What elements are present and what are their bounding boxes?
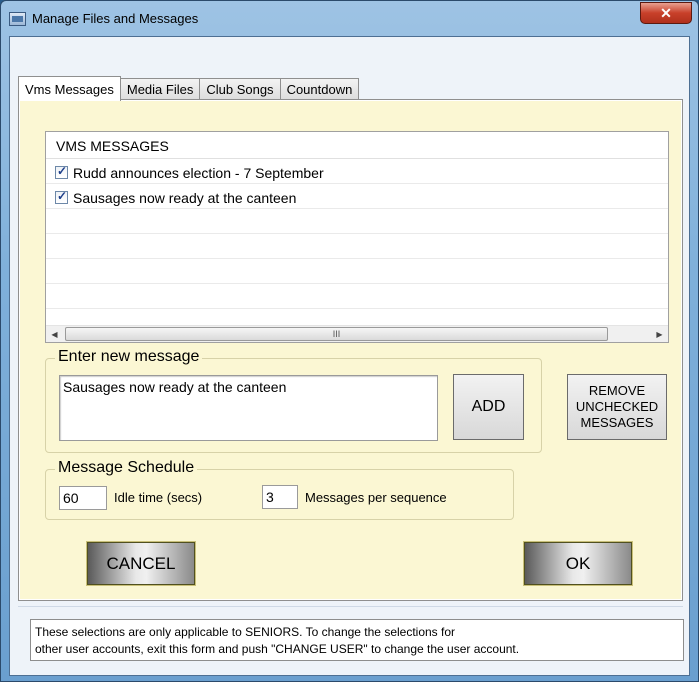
list-column-header[interactable]: VMS MESSAGES bbox=[46, 132, 668, 159]
new-message-input[interactable]: Sausages now ready at the canteen bbox=[59, 375, 438, 441]
messages-per-sequence-input[interactable] bbox=[262, 485, 298, 509]
add-button[interactable]: ADD bbox=[453, 374, 524, 440]
list-item[interactable]: Sausages now ready at the canteen bbox=[46, 184, 668, 209]
footer-note-line: other user accounts, exit this form and … bbox=[35, 642, 520, 656]
list-item[interactable]: Rudd announces election - 7 September bbox=[46, 159, 668, 184]
remove-label-line: REMOVE bbox=[588, 383, 646, 398]
message-checkbox[interactable] bbox=[55, 189, 68, 204]
footer-note: These selections are only applicable to … bbox=[30, 619, 684, 661]
close-icon: ✕ bbox=[660, 4, 672, 21]
empty-list-row bbox=[46, 234, 668, 259]
empty-list-row bbox=[46, 209, 668, 234]
idle-time-input[interactable] bbox=[59, 486, 107, 510]
window-icon bbox=[9, 12, 26, 26]
empty-list-row bbox=[46, 259, 668, 284]
messages-per-sequence-label: Messages per sequence bbox=[305, 490, 447, 505]
close-button[interactable]: ✕ bbox=[640, 2, 692, 24]
message-text: Sausages now ready at the canteen bbox=[73, 189, 297, 206]
ok-button[interactable]: OK bbox=[524, 542, 632, 585]
footer-note-line: These selections are only applicable to … bbox=[35, 625, 456, 639]
message-schedule-group-label: Message Schedule bbox=[55, 459, 198, 477]
remove-label-line: UNCHECKED bbox=[575, 399, 659, 414]
remove-label-line: MESSAGES bbox=[580, 415, 654, 430]
title-bar[interactable]: Manage Files and Messages ✕ bbox=[1, 1, 698, 37]
tab-countdown[interactable]: Countdown bbox=[279, 78, 360, 100]
tab-media-files[interactable]: Media Files bbox=[119, 78, 201, 100]
scroll-thumb[interactable]: III bbox=[65, 327, 608, 341]
scroll-left-icon[interactable]: ◀ bbox=[46, 326, 63, 343]
idle-time-label: Idle time (secs) bbox=[114, 490, 203, 505]
remove-button-label: REMOVE UNCHECKED MESSAGES bbox=[576, 383, 658, 431]
tab-strip: Vms Messages Media Files Club Songs Coun… bbox=[18, 76, 360, 101]
cancel-button[interactable]: CANCEL bbox=[87, 542, 195, 585]
tab-club-songs[interactable]: Club Songs bbox=[199, 78, 281, 100]
tab-vms-messages[interactable]: Vms Messages bbox=[18, 76, 121, 101]
message-checkbox[interactable] bbox=[55, 164, 68, 179]
empty-list-row bbox=[46, 284, 668, 309]
remove-unchecked-button[interactable]: REMOVE UNCHECKED MESSAGES bbox=[567, 374, 667, 440]
messages-list[interactable]: VMS MESSAGES Rudd announces election - 7… bbox=[45, 131, 669, 343]
window-title: Manage Files and Messages bbox=[32, 11, 199, 26]
new-message-group-label: Enter new message bbox=[55, 348, 203, 366]
divider bbox=[18, 606, 683, 607]
scroll-right-icon[interactable]: ▶ bbox=[651, 326, 668, 343]
horizontal-scrollbar[interactable]: ◀ III ▶ bbox=[46, 325, 668, 342]
message-text: Rudd announces election - 7 September bbox=[73, 164, 324, 181]
